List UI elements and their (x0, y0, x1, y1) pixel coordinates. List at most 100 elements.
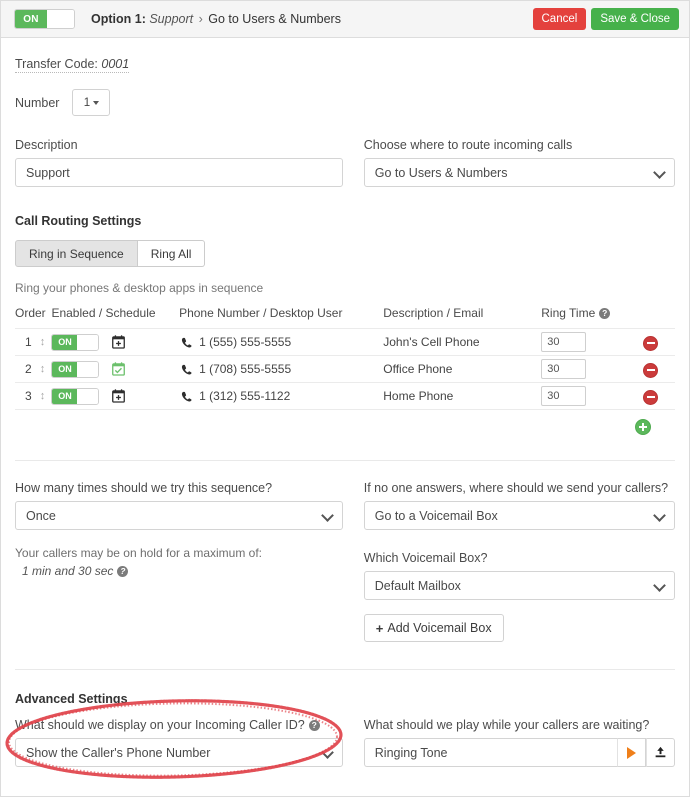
row-toggle-knob (77, 361, 99, 377)
description-group: Description (15, 138, 343, 187)
row-toggle-on-label: ON (52, 334, 78, 350)
enabled-wrap: ON (51, 333, 179, 351)
tab-ring-all[interactable]: Ring All (137, 240, 206, 267)
help-icon[interactable]: ? (117, 565, 129, 577)
phone-icon (181, 337, 192, 347)
row-order-cell: 3 ↕ (15, 382, 52, 410)
description-route-row: Description Choose where to route incomi… (15, 138, 675, 187)
phone-icon (181, 364, 192, 374)
waiting-audio-select-wrap: Ringing Tone (363, 738, 617, 767)
help-icon[interactable]: ? (599, 307, 611, 319)
caller-id-select[interactable]: Show the Caller's Phone Number (15, 738, 343, 767)
remove-row-button[interactable] (643, 389, 659, 405)
hold-duration-value: 1 min and 30 sec (22, 564, 114, 578)
row-toggle-on-label: ON (52, 361, 78, 377)
number-row: Number 1 (15, 89, 675, 116)
row-phone-cell: 1 (708) 555-5555 (179, 355, 384, 383)
ring-time-input[interactable] (541, 386, 587, 406)
save-and-close-button[interactable]: Save & Close (591, 8, 679, 30)
upload-audio-button[interactable] (646, 738, 675, 767)
advanced-settings-row: What should we display on your Incoming … (15, 718, 675, 767)
row-enabled-cell: ON (51, 328, 180, 356)
order-number: 2 (25, 362, 32, 376)
route-select[interactable]: Go to Users & Numbers (363, 158, 675, 187)
route-select-wrap: Go to Users & Numbers (363, 158, 675, 187)
play-audio-button[interactable] (617, 738, 646, 767)
phone-number: 1 (708) 555-5555 (199, 362, 292, 376)
row-remove-cell (626, 355, 675, 383)
play-icon (627, 746, 636, 759)
ring-time-input[interactable] (541, 359, 587, 379)
tab-ring-in-sequence[interactable]: Ring in Sequence (15, 240, 138, 267)
no-answer-select[interactable]: Go to a Voicemail Box (363, 501, 675, 530)
section-divider-1 (15, 460, 675, 461)
row-description-cell: John's Cell Phone (383, 328, 542, 356)
hold-duration: 1 min and 30 sec? (15, 564, 343, 578)
waiting-audio-row: Ringing Tone (363, 738, 675, 767)
caller-id-group: What should we display on your Incoming … (15, 718, 343, 767)
phone-wrap: 1 (708) 555-5555 (179, 362, 383, 376)
description-input[interactable] (15, 158, 343, 187)
voicemail-select[interactable]: Default Mailbox (363, 571, 675, 600)
ring-mode-tabs: Ring in Sequence Ring All (15, 240, 675, 267)
cancel-button[interactable]: Cancel (532, 8, 587, 30)
calendar-add-icon[interactable] (112, 335, 126, 349)
calendar-add-icon[interactable] (112, 389, 126, 403)
row-enabled-toggle[interactable]: ON (51, 360, 100, 378)
header-actions: Cancel Save & Close (532, 8, 679, 30)
attempts-select-wrap: Once (15, 501, 343, 530)
enabled-wrap: ON (51, 387, 179, 405)
row-toggle-on-label: ON (52, 388, 78, 404)
phone-number: 1 (555) 555-5555 (199, 335, 292, 349)
phone-icon (181, 391, 192, 401)
order-wrap: 2 ↕ (15, 362, 51, 376)
call-routing-title: Call Routing Settings (15, 214, 142, 228)
phone-wrap: 1 (555) 555-5555 (179, 335, 383, 349)
toggle-knob (47, 10, 74, 28)
transfer-code-value: 0001 (101, 57, 130, 71)
row-toggle-knob (77, 388, 99, 404)
routes-table-head: Order Enabled / Schedule Phone Number / … (15, 306, 675, 329)
drag-handle-icon[interactable]: ↕ (40, 364, 46, 375)
row-description-cell: Home Phone (383, 382, 542, 410)
remove-row-button[interactable] (643, 335, 659, 351)
row-enabled-cell: ON (51, 382, 180, 410)
row-phone-cell: 1 (555) 555-5555 (179, 328, 384, 356)
table-row: 2 ↕ ON 1 (708) 555-5555 Office Phone 30 (15, 355, 675, 383)
row-enabled-toggle[interactable]: ON (51, 333, 100, 351)
advanced-settings-title: Advanced Settings (15, 692, 128, 706)
col-phone: Phone Number / Desktop User (179, 306, 343, 320)
waiting-audio-select[interactable]: Ringing Tone (363, 738, 617, 767)
row-order-cell: 1 ↕ (15, 328, 52, 356)
drag-handle-icon[interactable]: ↕ (40, 337, 46, 348)
attempts-select[interactable]: Once (15, 501, 343, 530)
route-label: Choose where to route incoming calls (363, 138, 573, 152)
table-row: 1 ↕ ON 1 (555) 555-5555 John's Cell Phon… (15, 328, 675, 356)
editor-body: Transfer Code: 0001 Number 1 Description… (1, 38, 689, 767)
sequence-settings-row: How many times should we try this sequen… (15, 481, 675, 642)
phone-number: 1 (312) 555-1122 (199, 389, 291, 403)
help-icon[interactable]: ? (308, 719, 320, 731)
caller-id-label: What should we display on your Incoming … (15, 718, 343, 732)
order-number: 3 (25, 389, 32, 403)
col-enabled: Enabled / Schedule (51, 306, 156, 320)
call-routing-editor: ON Option 1: Support › Go to Users & Num… (0, 0, 690, 797)
row-enabled-toggle[interactable]: ON (51, 387, 100, 405)
add-destination-button[interactable] (635, 419, 651, 435)
row-enabled-cell: ON (51, 355, 180, 383)
col-description: Description / Email (383, 306, 484, 320)
remove-row-button[interactable] (643, 362, 659, 378)
row-remove-cell (626, 328, 675, 356)
number-select[interactable]: 1 (72, 89, 111, 116)
drag-handle-icon[interactable]: ↕ (40, 391, 46, 402)
no-answer-label: If no one answers, where should we send … (363, 481, 669, 495)
add-voicemail-box-button[interactable]: + Add Voicemail Box (363, 614, 504, 642)
option-enabled-toggle[interactable]: ON (14, 9, 75, 29)
caller-id-select-wrap: Show the Caller's Phone Number (15, 738, 343, 767)
caller-id-label-text: What should we display on your Incoming … (15, 718, 305, 732)
section-divider-2 (15, 669, 675, 670)
calendar-check-icon[interactable] (112, 362, 126, 376)
row-remove-cell (626, 382, 675, 410)
ring-time-input[interactable] (541, 332, 587, 352)
number-select-value: 1 (83, 96, 91, 109)
